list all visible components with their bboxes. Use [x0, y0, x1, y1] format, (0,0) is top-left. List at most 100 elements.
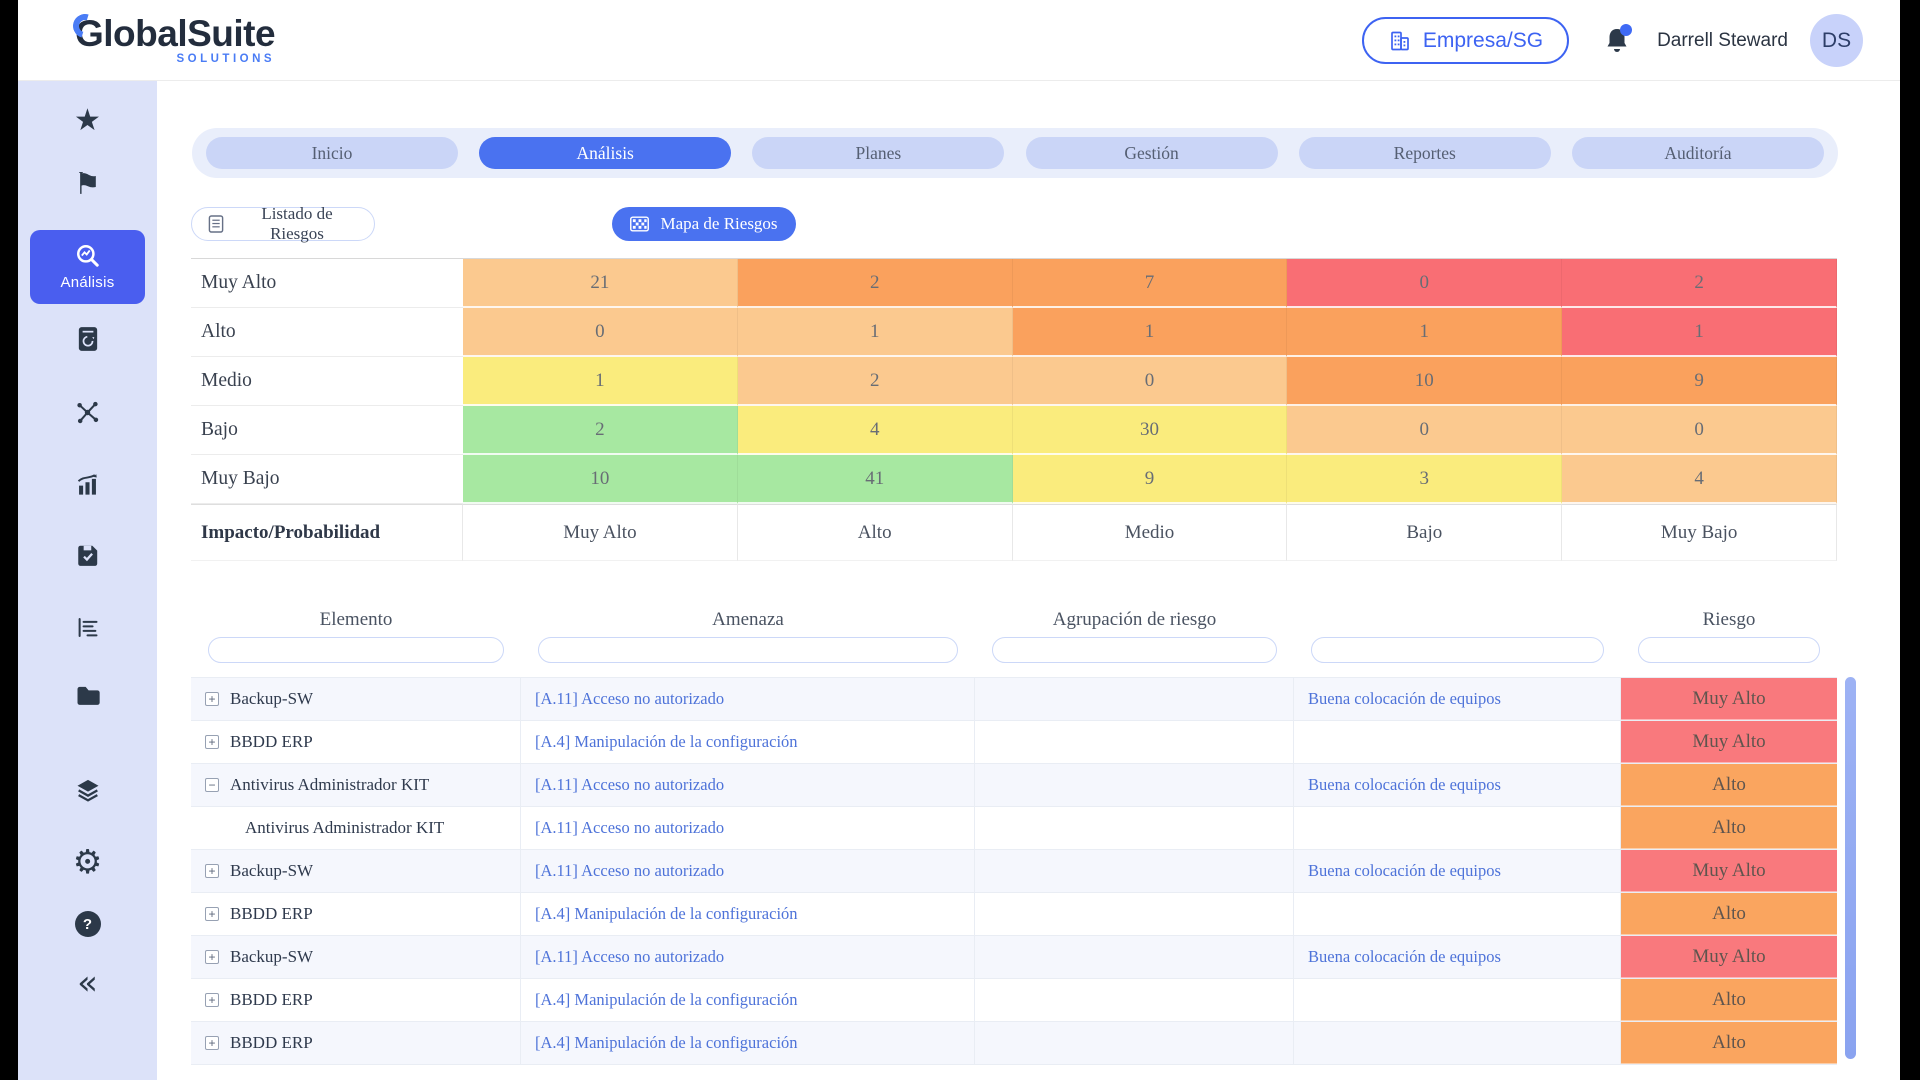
- agrupacion-equipos-link[interactable]: Buena colocación de equipos: [1308, 689, 1501, 709]
- sidebar-collapse-button[interactable]: «: [18, 967, 157, 999]
- cell-amenaza: [A.4] Manipulación de la configuración: [521, 1022, 975, 1064]
- tab-planes[interactable]: Planes: [752, 137, 1004, 169]
- sidebar-item-help[interactable]: ?: [18, 910, 157, 938]
- sidebar-item-tasks[interactable]: [18, 540, 157, 570]
- matrix-row-label: Muy Alto: [191, 259, 463, 308]
- matrix-cell[interactable]: 10: [1287, 357, 1562, 406]
- tab-listado-de-riesgos[interactable]: Listado de Riesgos: [191, 207, 375, 241]
- tab-reportes[interactable]: Reportes: [1299, 137, 1551, 169]
- analysis-icon: [75, 243, 101, 269]
- matrix-cell[interactable]: 1: [738, 308, 1013, 357]
- sidebar-item-flags[interactable]: ⚑: [18, 171, 157, 199]
- expand-toggle[interactable]: −: [205, 778, 219, 792]
- sidebar-item-favorites[interactable]: ★: [18, 107, 157, 135]
- matrix-cell[interactable]: 7: [1013, 259, 1288, 308]
- matrix-cell[interactable]: 2: [738, 259, 1013, 308]
- expand-toggle[interactable]: +: [205, 735, 219, 749]
- cell-agrupacion: [975, 807, 1294, 849]
- tab-inicio[interactable]: Inicio: [206, 137, 458, 169]
- avatar[interactable]: DS: [1810, 14, 1863, 67]
- cell-elemento: +Backup-SW: [191, 936, 521, 978]
- matrix-cell[interactable]: 1: [1562, 308, 1837, 357]
- filter-input-extra[interactable]: [1311, 637, 1604, 663]
- expand-toggle[interactable]: +: [205, 950, 219, 964]
- matrix-cell[interactable]: 9: [1562, 357, 1837, 406]
- org-selector-button[interactable]: Empresa/SG: [1362, 17, 1569, 64]
- brand-logo[interactable]: GlobalSuite SOLUTIONS: [75, 15, 275, 65]
- amenaza-link[interactable]: [A.11] Acceso no autorizado: [535, 818, 724, 838]
- matrix-cell[interactable]: 2: [738, 357, 1013, 406]
- expand-toggle[interactable]: +: [205, 907, 219, 921]
- matrix-cell[interactable]: 0: [1562, 406, 1837, 455]
- matrix-cell[interactable]: 0: [1287, 406, 1562, 455]
- filter-cell: [521, 635, 975, 665]
- agrupacion-equipos-link[interactable]: Buena colocación de equipos: [1308, 775, 1501, 795]
- amenaza-link[interactable]: [A.11] Acceso no autorizado: [535, 775, 724, 795]
- matrix-cell[interactable]: 0: [463, 308, 738, 357]
- building-icon: [1388, 29, 1412, 53]
- matrix-cell[interactable]: 9: [1013, 455, 1288, 504]
- matrix-cell[interactable]: 0: [1013, 357, 1288, 406]
- matrix-cell[interactable]: 21: [463, 259, 738, 308]
- sidebar-item-network[interactable]: [18, 397, 157, 427]
- matrix-cell[interactable]: 1: [1287, 308, 1562, 357]
- cell-agrupacion: [975, 936, 1294, 978]
- matrix-cell[interactable]: 1: [1013, 308, 1288, 357]
- sidebar-item-journal[interactable]: [18, 324, 157, 354]
- agrupacion-equipos-link[interactable]: Buena colocación de equipos: [1308, 947, 1501, 967]
- amenaza-link[interactable]: [A.4] Manipulación de la configuración: [535, 1033, 798, 1053]
- collapse-chevrons-icon: «: [77, 966, 98, 1000]
- amenaza-link[interactable]: [A.4] Manipulación de la configuración: [535, 990, 798, 1010]
- sidebar-item-reports[interactable]: [18, 469, 157, 499]
- save-check-icon: [75, 542, 101, 568]
- amenaza-link[interactable]: [A.11] Acceso no autorizado: [535, 861, 724, 881]
- top-header: GlobalSuite SOLUTIONS Empresa/SG: [18, 0, 1900, 81]
- riesgo-cell: Alto: [1621, 979, 1837, 1021]
- gear-icon: ⚙: [73, 845, 103, 878]
- filter-input-riesgo[interactable]: [1638, 637, 1820, 663]
- expand-toggle[interactable]: +: [205, 864, 219, 878]
- sidebar-item-outline[interactable]: [18, 612, 157, 642]
- matrix-cell[interactable]: 41: [738, 455, 1013, 504]
- expand-toggle[interactable]: +: [205, 692, 219, 706]
- matrix-cell[interactable]: 2: [463, 406, 738, 455]
- expand-toggle[interactable]: +: [205, 993, 219, 1007]
- cell-amenaza: [A.11] Acceso no autorizado: [521, 850, 975, 892]
- sidebar-item-settings[interactable]: ⚙: [18, 845, 157, 877]
- filter-input-agrupacion[interactable]: [992, 637, 1277, 663]
- table-row: −Antivirus Administrador KIT[A.11] Acces…: [191, 763, 1837, 806]
- tab-analisis[interactable]: Análisis: [479, 137, 731, 169]
- amenaza-link[interactable]: [A.11] Acceso no autorizado: [535, 689, 724, 709]
- elemento-label: Antivirus Administrador KIT: [245, 818, 444, 838]
- tab-gestion[interactable]: Gestión: [1026, 137, 1278, 169]
- sidebar-item-layers[interactable]: [18, 775, 157, 807]
- amenaza-link[interactable]: [A.11] Acceso no autorizado: [535, 947, 724, 967]
- matrix-cell[interactable]: 10: [463, 455, 738, 504]
- matrix-cell[interactable]: 4: [1562, 455, 1837, 504]
- risk-table: ElementoAmenazaAgrupación de riesgoRiesg…: [191, 605, 1837, 1065]
- amenaza-link[interactable]: [A.4] Manipulación de la configuración: [535, 732, 798, 752]
- avatar-initials: DS: [1822, 29, 1851, 53]
- matrix-cell[interactable]: 30: [1013, 406, 1288, 455]
- tab-mapa-de-riesgos[interactable]: Mapa de Riesgos: [612, 207, 796, 241]
- sidebar-item-analisis[interactable]: Análisis: [30, 230, 145, 304]
- cell-extra: [1294, 979, 1621, 1021]
- notifications-button[interactable]: [1603, 26, 1631, 56]
- matrix-cell[interactable]: 3: [1287, 455, 1562, 504]
- table-row: +BBDD ERP[A.4] Manipulación de la config…: [191, 892, 1837, 935]
- table-scrollbar[interactable]: [1845, 677, 1856, 1059]
- filter-input-elemento[interactable]: [208, 637, 504, 663]
- sidebar-item-documents[interactable]: [18, 679, 157, 711]
- amenaza-link[interactable]: [A.4] Manipulación de la configuración: [535, 904, 798, 924]
- cell-amenaza: [A.11] Acceso no autorizado: [521, 807, 975, 849]
- matrix-cell[interactable]: 1: [463, 357, 738, 406]
- brand-name: GlobalSuite: [75, 13, 275, 54]
- matrix-cell[interactable]: 2: [1562, 259, 1837, 308]
- tab-auditoria[interactable]: Auditoría: [1572, 137, 1824, 169]
- filter-input-amenaza[interactable]: [538, 637, 958, 663]
- matrix-cell[interactable]: 0: [1287, 259, 1562, 308]
- expand-toggle[interactable]: +: [205, 1036, 219, 1050]
- filter-cell: [191, 635, 521, 665]
- agrupacion-equipos-link[interactable]: Buena colocación de equipos: [1308, 861, 1501, 881]
- matrix-cell[interactable]: 4: [738, 406, 1013, 455]
